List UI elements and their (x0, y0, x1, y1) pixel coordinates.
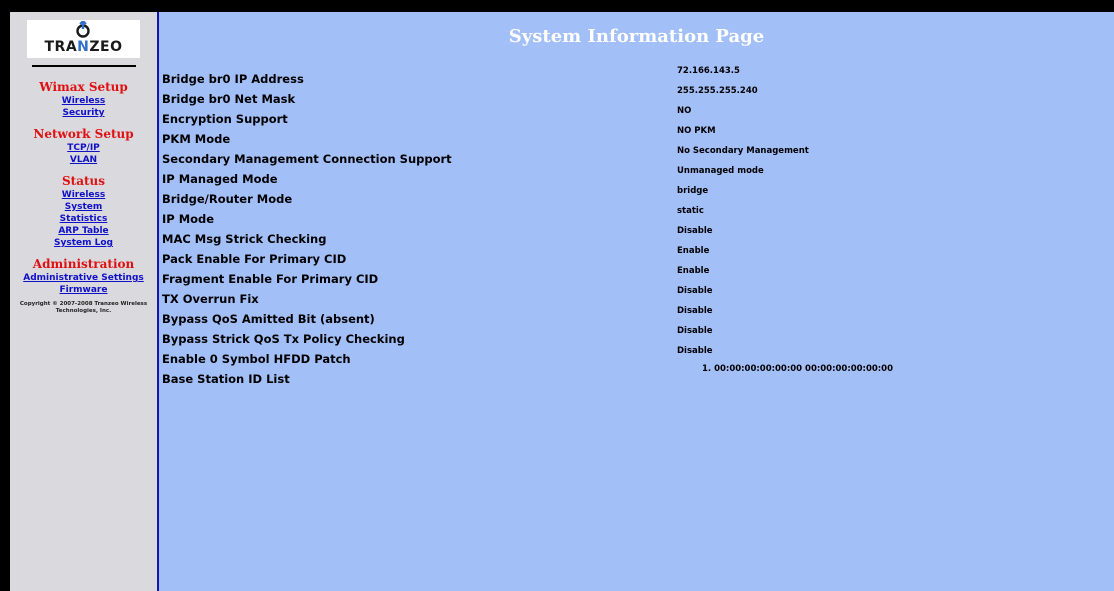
sidebar-nav: Wimax Setup Wireless Security Network Se… (10, 78, 157, 315)
info-label: Encryption Support (162, 112, 288, 126)
info-value: Disable (677, 346, 713, 356)
copyright-notice: Copyright © 2007-2008 Tranzeo Wireless T… (19, 301, 148, 314)
info-value: Disable (677, 306, 713, 316)
info-value: Disable (677, 326, 713, 336)
logo-mark-icon (76, 21, 90, 38)
info-value: Enable (677, 246, 710, 256)
section-administration: Administration (32, 257, 135, 271)
info-row-bridge-router-mode: Bridge/Router Mode bridge (162, 186, 1112, 212)
info-row-tx-overrun-fix: TX Overrun Fix Disable (162, 286, 1112, 312)
info-value: Disable (677, 286, 713, 296)
info-value: 255.255.255.240 (677, 86, 758, 96)
info-label: IP Mode (162, 212, 215, 226)
info-label: Fragment Enable For Primary CID (162, 272, 379, 286)
info-value: No Secondary Management (677, 146, 809, 156)
info-label: Bridge/Router Mode (162, 192, 293, 206)
info-value: static (677, 206, 704, 216)
info-row-pkm-mode: PKM Mode NO PKM (162, 126, 1112, 152)
section-network-setup: Network Setup (33, 127, 134, 141)
info-row-mac-msg-checking: MAC Msg Strick Checking Disable (162, 226, 1112, 252)
info-row-secondary-mgmt: Secondary Management Connection Support … (162, 146, 1112, 172)
logo-wordmark: TRANZEO (44, 39, 123, 55)
info-value: NO PKM (677, 126, 716, 136)
nav-link-arp-table[interactable]: ARP Table (10, 225, 157, 237)
info-label: Bypass QoS Amitted Bit (absent) (162, 312, 375, 326)
nav-link-status-system[interactable]: System (10, 201, 157, 213)
info-label: TX Overrun Fix (162, 292, 259, 306)
tranzeo-logo: TRANZEO (27, 20, 140, 58)
logo-divider (32, 65, 136, 67)
info-value: 72.166.143.5 (677, 66, 740, 76)
info-row-bypass-qos-amitted: Bypass QoS Amitted Bit (absent) Disable (162, 306, 1112, 332)
info-row-ip-managed-mode: IP Managed Mode Unmanaged mode (162, 166, 1112, 192)
nav-link-tcp-ip[interactable]: TCP/IP (10, 142, 157, 154)
app-frame: TRANZEO Wimax Setup Wireless Security Ne… (10, 12, 1114, 591)
nav-link-firmware[interactable]: Firmware (10, 284, 157, 296)
info-value: Unmanaged mode (677, 166, 764, 176)
info-row-bridge-ip: Bridge br0 IP Address 72.166.143.5 (162, 66, 1112, 92)
info-row-base-station-id-list: Base Station ID List 1. 00:00:00:00:00:0… (162, 364, 1112, 392)
info-row-hfdd-patch: Enable 0 Symbol HFDD Patch Disable (162, 346, 1112, 372)
info-label: MAC Msg Strick Checking (162, 232, 327, 246)
info-label: Pack Enable For Primary CID (162, 252, 347, 266)
info-label: Base Station ID List (162, 372, 290, 386)
section-wimax-setup: Wimax Setup (39, 80, 128, 94)
info-label: Secondary Management Connection Support (162, 152, 452, 166)
info-label: Bridge br0 IP Address (162, 72, 304, 86)
info-row-fragment-enable: Fragment Enable For Primary CID Enable (162, 266, 1112, 292)
info-row-encryption: Encryption Support NO (162, 106, 1112, 132)
nav-link-vlan[interactable]: VLAN (10, 154, 157, 166)
info-row-ip-mode: IP Mode static (162, 206, 1112, 232)
info-value: NO (677, 106, 692, 116)
info-label: IP Managed Mode (162, 172, 278, 186)
sidebar: TRANZEO Wimax Setup Wireless Security Ne… (10, 12, 157, 591)
info-value: Disable (677, 226, 713, 236)
info-value: bridge (677, 186, 709, 196)
page-title: System Information Page (508, 26, 765, 47)
info-label: PKM Mode (162, 132, 231, 146)
info-label: Bypass Strick QoS Tx Policy Checking (162, 332, 405, 346)
nav-link-administrative-settings[interactable]: Administrative Settings (10, 272, 157, 284)
nav-link-wimax-wireless[interactable]: Wireless (10, 95, 157, 107)
nav-link-wimax-security[interactable]: Security (10, 107, 157, 119)
info-value: 1. 00:00:00:00:00:00 00:00:00:00:00:00 (702, 364, 893, 374)
section-status: Status (61, 174, 105, 188)
nav-link-status-statistics[interactable]: Statistics (10, 213, 157, 225)
info-row-pack-enable: Pack Enable For Primary CID Enable (162, 246, 1112, 272)
info-row-net-mask: Bridge br0 Net Mask 255.255.255.240 (162, 86, 1112, 112)
main-content: System Information Page Bridge br0 IP Ad… (159, 12, 1114, 591)
nav-link-system-log[interactable]: System Log (10, 237, 157, 249)
info-label: Bridge br0 Net Mask (162, 92, 296, 106)
nav-link-status-wireless[interactable]: Wireless (10, 189, 157, 201)
info-value: Enable (677, 266, 710, 276)
info-label: Enable 0 Symbol HFDD Patch (162, 352, 351, 366)
info-row-bypass-qos-tx-policy: Bypass Strick QoS Tx Policy Checking Dis… (162, 326, 1112, 352)
